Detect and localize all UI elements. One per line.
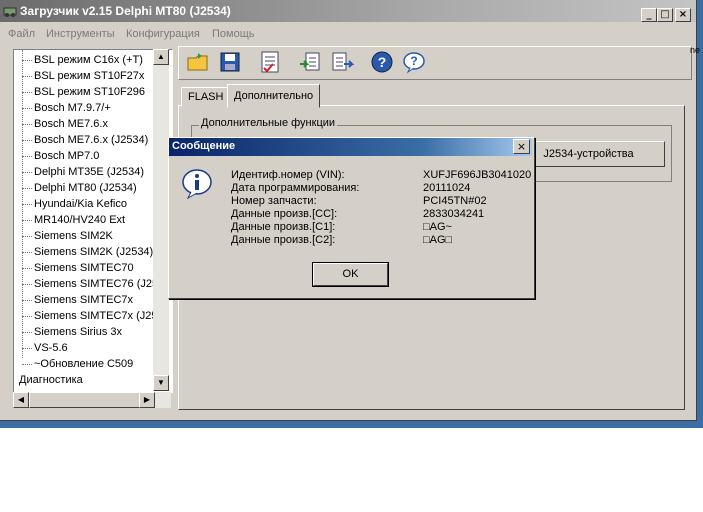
info-bubble-icon[interactable]: ?: [402, 50, 426, 74]
mfr-cc-value: 2833034241: [423, 208, 485, 220]
tree-item[interactable]: VS-5.6: [22, 340, 68, 356]
offscreen-text-fragment: ne: [690, 45, 701, 55]
minimize-icon[interactable]: _: [641, 8, 657, 22]
svg-text:?: ?: [410, 54, 417, 68]
tree-item[interactable]: Hyundai/Kia Kefico: [22, 196, 127, 212]
prog-date-label: Дата программирования:: [231, 182, 360, 194]
tree-item[interactable]: Bosch MP7.0: [22, 148, 99, 164]
tree-item[interactable]: BSL режим ST10F27x: [22, 68, 144, 84]
tree-item[interactable]: BSL режим ST10F296: [22, 84, 145, 100]
mfr-c2-label: Данные произв.[C2]:: [231, 234, 336, 246]
checklist-icon[interactable]: [258, 50, 282, 74]
help-icon[interactable]: ?: [370, 50, 394, 74]
menu-tools[interactable]: Инструменты: [46, 28, 115, 40]
vin-label: Идентиф.номер (VIN):: [231, 169, 345, 181]
tree-item[interactable]: Siemens SIMTEC7x (J253: [22, 308, 164, 324]
mfr-cc-label: Данные произв.[CC]:: [231, 208, 338, 220]
tab-flash[interactable]: FLASH: [181, 87, 231, 107]
vin-value: XUFJF696JB3041020: [423, 169, 532, 181]
tree-root-diagnostics[interactable]: Диагностика: [19, 372, 83, 388]
tab-additional[interactable]: Дополнительно: [227, 84, 321, 108]
tree-item[interactable]: Bosch M7.9.7/+: [22, 100, 111, 116]
menu-help[interactable]: Помощь: [212, 28, 255, 40]
tree-item[interactable]: Siemens SIM2K (J2534): [22, 244, 153, 260]
tree-item[interactable]: MR140/HV240 Ext: [22, 212, 125, 228]
close-icon[interactable]: ×: [675, 8, 691, 22]
open-folder-icon[interactable]: [186, 50, 210, 74]
tree-horizontal-scrollbar[interactable]: ◀ ▶: [13, 392, 171, 408]
prog-date-value: 20111024: [423, 182, 471, 194]
part-number-label: Номер запчасти:: [231, 195, 317, 207]
group-label: Дополнительные функции: [199, 117, 338, 129]
scroll-right-icon[interactable]: ▶: [139, 392, 155, 408]
window-title: Загрузчик v2.15 Delphi MT80 (J2534): [20, 4, 231, 18]
tree-item[interactable]: Siemens SIM2K: [22, 228, 113, 244]
read-ecu-icon[interactable]: [298, 50, 322, 74]
menu-config[interactable]: Конфигурация: [126, 28, 200, 40]
svg-text:?: ?: [378, 54, 387, 70]
part-number-value: PCI45TN#02: [423, 195, 487, 207]
j2534-devices-button[interactable]: J2534-устройства: [524, 141, 665, 167]
tree-item[interactable]: Siemens SIMTEC70: [22, 260, 134, 276]
dialog-title: Сообщение: [172, 140, 236, 152]
scroll-up-icon[interactable]: ▲: [153, 49, 169, 65]
menu-file[interactable]: Файл: [8, 28, 35, 40]
scroll-thumb[interactable]: [29, 392, 141, 408]
tree-item[interactable]: ~Обновление C509: [22, 356, 133, 372]
tree-item[interactable]: Delphi MT35E (J2534): [22, 164, 144, 180]
tree-vertical-scrollbar[interactable]: ▲ ▼: [153, 49, 169, 391]
dialog-close-icon[interactable]: ×: [513, 139, 530, 154]
app-icon: [3, 7, 17, 17]
tree-item[interactable]: Bosch ME7.6.x (J2534): [22, 132, 148, 148]
save-icon[interactable]: [218, 50, 242, 74]
tree-item[interactable]: Delphi MT80 (J2534): [22, 180, 137, 196]
tree-item[interactable]: Siemens Sirius 3x: [22, 324, 122, 340]
info-icon: [182, 169, 212, 200]
maximize-icon[interactable]: □: [657, 8, 673, 22]
tree-item[interactable]: Siemens SIMTEC76 (J253: [22, 276, 164, 292]
mfr-c1-label: Данные произв.[C1]:: [231, 221, 336, 233]
scroll-down-icon[interactable]: ▼: [153, 375, 169, 391]
mfr-c2-value: □AG□: [423, 234, 453, 246]
ecu-tree[interactable]: BSL режим C16x (+T) BSL режим ST10F27x B…: [13, 49, 173, 393]
scroll-left-icon[interactable]: ◀: [13, 392, 29, 408]
write-ecu-icon[interactable]: [330, 50, 354, 74]
tree-item[interactable]: Siemens SIMTEC7x: [22, 292, 133, 308]
tree-item[interactable]: BSL режим C16x (+T): [22, 52, 143, 68]
tree-item[interactable]: Bosch ME7.6.x: [22, 116, 108, 132]
mfr-c1-value: □AG~: [423, 221, 452, 233]
toolbar: [178, 46, 692, 80]
ok-button[interactable]: OK: [312, 262, 389, 287]
